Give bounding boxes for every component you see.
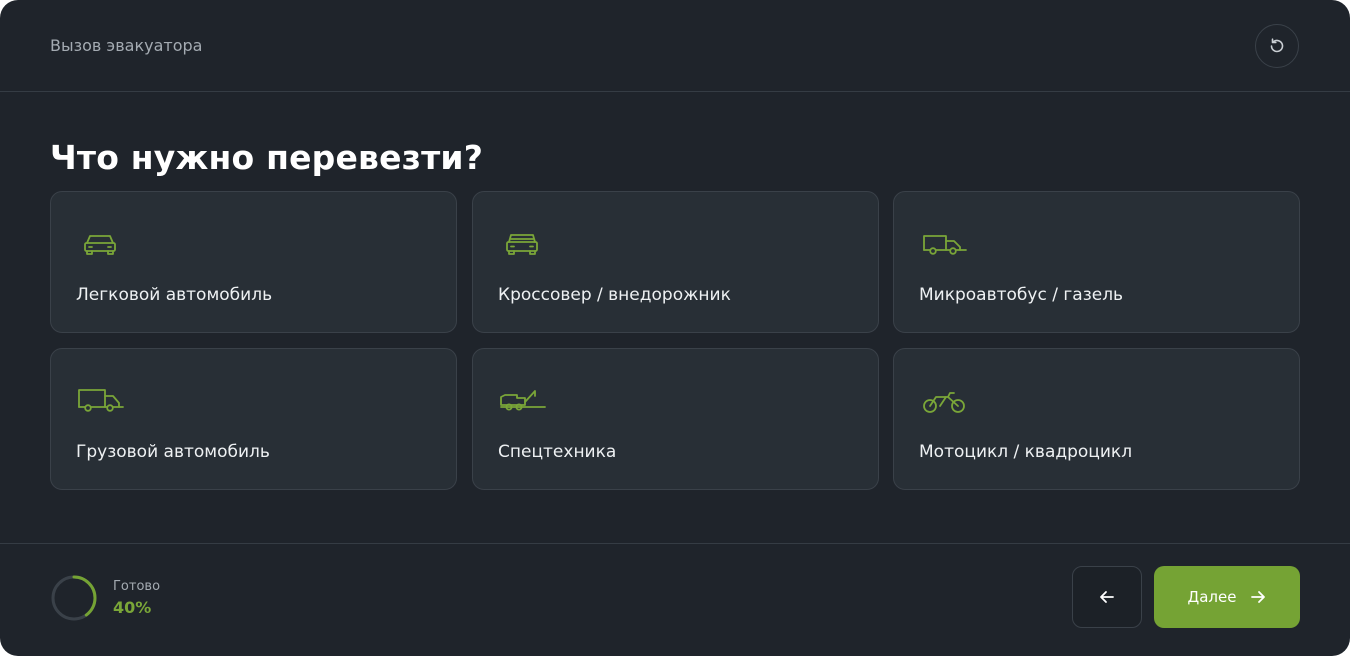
option-label: Грузовой автомобиль xyxy=(76,442,270,462)
page-title: Вызов эвакуатора xyxy=(50,36,203,55)
header: Вызов эвакуатора xyxy=(0,0,1350,92)
truck-icon xyxy=(78,389,124,412)
motorcycle-icon xyxy=(923,392,965,413)
option-minibus-van[interactable]: Микроавтобус / газель xyxy=(893,191,1300,333)
footer: Готово 40% Далее xyxy=(0,543,1350,656)
option-special-equipment[interactable]: Спецтехника xyxy=(472,348,879,490)
option-passenger-car[interactable]: Легковой автомобиль xyxy=(50,191,457,333)
reset-button[interactable] xyxy=(1255,24,1299,68)
progress-caption: Готово xyxy=(113,579,161,594)
suv-icon xyxy=(506,234,538,255)
progress-value: 40% xyxy=(113,598,152,617)
option-label: Легковой автомобиль xyxy=(76,285,273,305)
option-motorcycle-atv[interactable]: Мотоцикл / квадроцикл xyxy=(893,348,1300,490)
tow-truck-request-window: Вызов эвакуатора Что нужно перевезти? Ле… xyxy=(0,0,1350,656)
arrow-right-icon xyxy=(1251,591,1266,603)
option-label: Микроавтобус / газель xyxy=(919,285,1124,305)
option-label: Мотоцикл / квадроцикл xyxy=(919,442,1133,462)
next-button[interactable]: Далее xyxy=(1154,566,1300,628)
option-label: Кроссовер / внедорожник xyxy=(498,285,731,305)
car-icon xyxy=(84,235,116,255)
reset-icon xyxy=(1270,38,1284,53)
option-label: Спецтехника xyxy=(498,442,617,462)
back-button[interactable] xyxy=(1072,566,1142,628)
option-crossover-suv[interactable]: Кроссовер / внедорожник xyxy=(472,191,879,333)
van-icon xyxy=(923,235,967,255)
next-button-label: Далее xyxy=(1187,588,1237,606)
arrow-left-icon xyxy=(1100,591,1114,603)
progress-ring xyxy=(51,575,97,621)
question-heading: Что нужно перевезти? xyxy=(50,138,484,177)
tow-truck-icon xyxy=(500,390,546,411)
option-truck[interactable]: Грузовой автомобиль xyxy=(50,348,457,490)
